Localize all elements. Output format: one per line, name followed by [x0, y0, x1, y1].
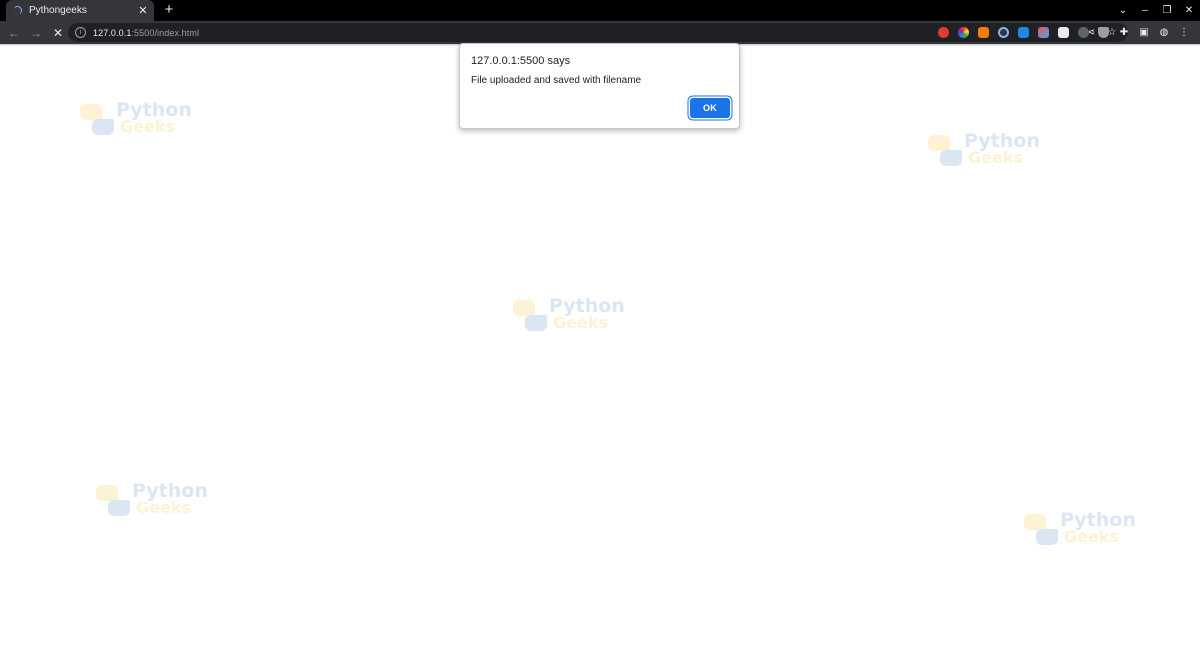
extension-icon-1[interactable] — [938, 27, 949, 38]
extension-icon-7[interactable] — [1058, 27, 1069, 38]
watermark-line2: Geeks — [120, 117, 175, 136]
alert-message: File uploaded and saved with filename — [471, 75, 642, 86]
minimize-icon[interactable]: – — [1134, 0, 1156, 21]
python-logo-icon — [1024, 514, 1062, 548]
tab-strip: Pythongeeks ✕ + ⌄ – ❐ ✕ — [0, 0, 1200, 21]
tab-close-icon[interactable]: ✕ — [137, 5, 149, 17]
window-controls: ⌄ – ❐ ✕ — [1112, 0, 1200, 21]
tab-pythongeeks[interactable]: Pythongeeks ✕ — [6, 0, 154, 21]
loading-spinner-icon — [13, 6, 22, 15]
extension-icon-3[interactable] — [978, 27, 989, 38]
menu-kebab-icon[interactable]: ⋮ — [1178, 27, 1190, 39]
url-text[interactable]: 127.0.0.1:5500/index.html — [93, 28, 199, 38]
python-geeks-watermark: Python Geeks — [513, 296, 625, 340]
python-logo-icon — [928, 135, 966, 169]
extension-icon-8[interactable] — [1078, 27, 1089, 38]
ok-button[interactable]: OK — [690, 98, 730, 118]
profile-avatar-icon[interactable]: ◍ — [1158, 27, 1170, 39]
new-tab-button[interactable]: + — [161, 2, 177, 18]
puzzle-extensions-icon[interactable]: ✚ — [1118, 27, 1130, 39]
stop-loading-icon[interactable]: ✕ — [48, 23, 68, 43]
python-geeks-watermark: Python Geeks — [1024, 510, 1136, 554]
python-geeks-watermark: Python Geeks — [80, 100, 192, 144]
side-panel-icon[interactable]: ▣ — [1138, 27, 1150, 39]
restore-icon[interactable]: ❐ — [1156, 0, 1178, 21]
site-info-icon[interactable]: i — [75, 27, 86, 38]
tab-title: Pythongeeks — [29, 5, 87, 16]
alert-title: 127.0.0.1:5500 says — [471, 55, 571, 67]
extension-icon-5[interactable] — [1018, 27, 1029, 38]
watermark-line2: Geeks — [968, 148, 1023, 167]
python-logo-icon — [80, 104, 118, 138]
alert-dialog: 127.0.0.1:5500 says File uploaded and sa… — [459, 43, 740, 129]
python-geeks-watermark: Python Geeks — [96, 481, 208, 525]
python-logo-icon — [513, 300, 551, 334]
watermark-line2: Geeks — [136, 498, 191, 517]
extensions-area: ✚ ▣ ◍ ⋮ — [938, 21, 1198, 44]
forward-arrow-icon[interactable]: → — [26, 23, 46, 43]
extension-icon-2[interactable] — [958, 27, 969, 38]
back-arrow-icon[interactable]: ← — [4, 23, 24, 43]
extension-icon-4[interactable] — [998, 27, 1009, 38]
extension-icon-6[interactable] — [1038, 27, 1049, 38]
chevron-down-icon[interactable]: ⌄ — [1112, 0, 1134, 21]
watermark-line2: Geeks — [1064, 527, 1119, 546]
python-logo-icon — [96, 485, 134, 519]
url-host: 127.0.0.1 — [93, 27, 132, 38]
close-icon[interactable]: ✕ — [1178, 0, 1200, 21]
shield-icon[interactable] — [1098, 27, 1109, 38]
url-path: :5500/index.html — [131, 27, 200, 38]
python-geeks-watermark: Python Geeks — [928, 131, 1040, 175]
watermark-line2: Geeks — [553, 313, 608, 332]
